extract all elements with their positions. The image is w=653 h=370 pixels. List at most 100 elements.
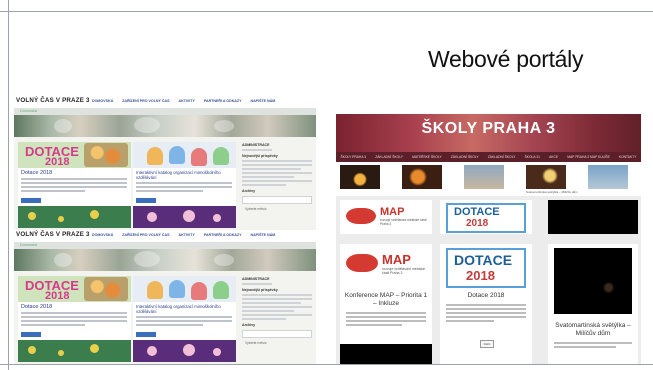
card-excerpt [554,342,632,350]
site-nav: DOMOVSKÁ ZAŘÍZENÍ PRO VOLNÝ ČAS AKTIVITY… [92,99,275,103]
banner-year: 2018 [45,290,70,302]
nav-item: DOMOVSKÁ [92,99,114,103]
slide: Webové portály VOLNÝ ČAS V PRAZE 3 DOMOV… [0,0,653,370]
post-image [133,206,236,228]
site-header: ŠKOLY PRAHA 3 [336,114,641,152]
thumb [402,165,442,189]
sidebar-heading: ADMINISTRACE [242,143,270,147]
slide-border-bottom [0,364,653,365]
nav-item: DOMOVSKÁ [92,233,114,237]
card-svetylka: Svatomartinská světýlka – Milíčův dům [548,244,638,364]
skoly-praha3-screenshot: ŠKOLY PRAHA 3 ŠKOLY PRAHA 3 ZÁKLADNÍ ŠKO… [336,114,641,364]
banner-image [84,143,128,167]
map-subtitle: rozvoje vzdělávání městské části Praha 3 [382,267,425,276]
sidebar-heading: Archivy [242,323,256,327]
post-excerpt [21,178,127,194]
post-title: Dotace 2018 [21,170,53,176]
nav-item: ŠKOLA 21 [524,155,540,159]
card-title: Konference MAP – Priorita 1 – Inkluze [344,292,428,307]
post-card-dotace: DOTACE 2018 Dotace 2018 [18,142,131,228]
map-word: MAP [382,252,411,267]
thumb [588,165,628,189]
post-title: Interaktivní katalog organizací mimoškol… [136,170,221,181]
slide-border-left [8,0,9,370]
thumb [464,165,504,189]
post-card-katalog: Interaktivní katalog organizací mimoškol… [133,276,236,362]
volny-cas-screenshot-2: VOLNÝ ČAS V PRAZE 3 DOMOVSKÁ ZAŘÍZENÍ PR… [14,230,316,364]
nav-item: NAPIŠTE NÁM [250,233,276,237]
read-more-button [21,198,41,203]
post-excerpt [21,312,127,328]
card-dotace-top: DOTACE 2018 [440,200,532,234]
archive-select: Vyberte měsíc [242,196,312,211]
site-logo: VOLNÝ ČAS V PRAZE 3 [16,231,90,238]
nav-item: MAP PRAHA 3 MAP KULÍŠE [567,155,610,159]
post-image [133,340,236,362]
nav-item: MATEŘSKÉ ŠKOLY [412,155,442,159]
post-card-dotace: DOTACE 2018 Dotace 2018 [18,276,131,362]
dotace-year: 2018 [466,268,495,283]
archive-select: Vyberte měsíc [242,330,312,345]
katalog-banner [133,142,236,168]
nav-item: AKTIVITY [178,99,195,103]
nav-item: PARTNEŘI A ODKAZY [203,99,242,103]
sidebar-heading: ADMINISTRACE [242,277,270,281]
nav-item: ZAŘÍZENÍ PRO VOLNÝ ČAS [122,99,170,103]
banner-year: 2018 [45,156,70,168]
nav-item: ZÁKLADNÍ ŠKOLY [375,155,403,159]
nav-item: PARTNEŘI A ODKAZY [203,233,242,237]
dotace-logo: DOTACE 2018 [446,203,526,233]
card-konference: MAP rozvoje vzdělávání městské části Pra… [340,244,432,364]
nav-item: AKCE [549,155,559,159]
banner-image [84,277,128,301]
dotace-banner: DOTACE 2018 [18,276,131,302]
dotace-word: DOTACE [454,206,500,218]
thumb-caption: Svatomartinská světýlka – Milíčův dům [526,190,578,194]
site-logo: VOLNÝ ČAS V PRAZE 3 [16,97,90,104]
nav-item: AKTIVITY [178,233,195,237]
dotace-banner: DOTACE 2018 [18,142,131,168]
sidebar: ADMINISTRACE Nejnovější příspěvky Archiv… [240,140,314,230]
read-more-button [136,332,156,337]
nav-item: ZÁKLADNÍ ŠKOLY [450,155,479,159]
photo-strip: Svatomartinská světýlka – Milíčův dům [336,162,641,196]
card-excerpt [446,304,526,324]
post-image [18,206,131,228]
site-nav: ŠKOLY PRAHA 3 ZÁKLADNÍ ŠKOLY MATEŘSKÉ ŠK… [336,152,641,162]
nav-item: NAPIŠTE NÁM [250,99,276,103]
volny-cas-screenshot: VOLNÝ ČAS V PRAZE 3 DOMOVSKÁ ZAŘÍZENÍ PR… [14,96,316,230]
card-excerpt [346,312,426,328]
header-photo [14,249,316,271]
nav-item: ŠKOLY PRAHA 3 [340,155,367,159]
card-title: Svatomartinská světýlka – Milíčův dům [555,322,631,337]
select-value: Vyberte měsíc [245,341,267,345]
site-header: VOLNÝ ČAS V PRAZE 3 DOMOVSKÁ ZAŘÍZENÍ PR… [14,230,316,242]
post-excerpt [136,182,232,194]
card-photo-top [548,200,638,234]
thumb [340,165,380,189]
nav-item: ZAŘÍZENÍ PRO VOLNÝ ČAS [122,233,170,237]
nav-item: KONTAKTY [618,155,637,159]
katalog-banner [133,276,236,302]
card-title: Dotace 2018 [467,292,505,299]
dotace-word: DOTACE [454,252,513,268]
breadcrumb: Domovská [20,243,37,247]
card-map-top: MAP rozvoje vzdělávání městské části Pra… [340,200,432,234]
post-excerpt [136,316,232,328]
map-word: MAP [380,206,405,218]
post-title: Dotace 2018 [21,304,53,310]
dotace-year: 2018 [466,218,489,229]
card-dotace: DOTACE 2018 Dotace 2018 Další [440,244,532,364]
slide-title: Webové portály [428,46,584,72]
site-nav: DOMOVSKÁ ZAŘÍZENÍ PRO VOLNÝ ČAS AKTIVITY… [92,233,275,237]
more-button[interactable]: Další [480,340,494,348]
sidebar-heading: Nejnovější příspěvky [242,154,278,158]
nav-item: ZÁKLADNÍ ŠKOLY [487,155,516,159]
read-more-button [136,198,156,203]
select-value: Vyberte měsíc [245,207,267,211]
breadcrumb: Domovská [20,109,37,113]
dotace-logo: DOTACE 2018 [446,248,526,288]
post-image [18,340,131,362]
sidebar-heading: Archivy [242,189,256,193]
post-title: Interaktivní katalog organizací mimoškol… [136,304,221,315]
